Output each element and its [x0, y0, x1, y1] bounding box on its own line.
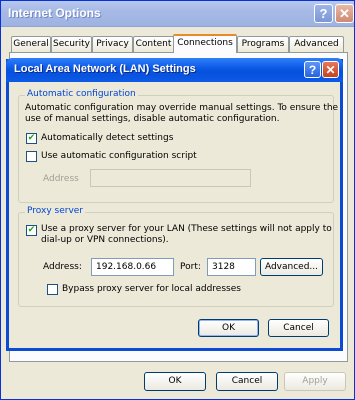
tab-connections[interactable]: Connections	[173, 34, 237, 53]
window-title: Internet Options	[8, 6, 101, 20]
checkmark-icon: ✔	[27, 133, 36, 143]
use-proxy-label-line1[interactable]: Use a proxy server for your LAN (These s…	[41, 224, 332, 235]
lan-cancel-button[interactable]: Cancel	[268, 319, 329, 337]
close-button[interactable]: ✕	[335, 4, 354, 23]
lan-close-button[interactable]: ✕	[322, 61, 339, 78]
dialog-title: Local Area Network (LAN) Settings	[14, 63, 196, 75]
use-proxy-label-line2[interactable]: dial-up or VPN connections).	[41, 235, 169, 246]
use-config-script-checkbox[interactable]	[26, 151, 37, 162]
ok-button[interactable]: OK	[144, 372, 206, 391]
lan-settings-titlebar[interactable]: Local Area Network (LAN) Settings ? ✕	[6, 58, 343, 82]
bypass-local-label[interactable]: Bypass proxy server for local addresses	[62, 284, 241, 295]
use-proxy-checkbox[interactable]: ✔	[26, 225, 37, 236]
lan-ok-button[interactable]: OK	[198, 319, 259, 337]
proxy-port-label: Port:	[180, 262, 201, 272]
automatic-configuration-legend: Automatic configuration	[25, 89, 138, 99]
cancel-button[interactable]: Cancel	[216, 372, 278, 391]
lan-settings-dialog: Local Area Network (LAN) Settings ? ✕ Au…	[6, 58, 343, 351]
advanced-button[interactable]: Advanced...	[260, 258, 323, 276]
proxy-server-legend: Proxy server	[25, 206, 86, 216]
tab-content[interactable]: Content	[133, 36, 174, 52]
bypass-local-checkbox[interactable]	[47, 284, 58, 295]
proxy-port-field[interactable]: 3128	[207, 258, 256, 276]
automatic-configuration-group: Automatic configuration Automatic config…	[18, 89, 338, 203]
use-config-script-label[interactable]: Use automatic configuration script	[41, 151, 197, 162]
proxy-address-label: Address:	[43, 262, 82, 272]
auto-config-description-line2: use of manual settings, disable automati…	[25, 114, 280, 124]
internet-options-titlebar[interactable]: Internet Options ? ✕	[1, 1, 354, 27]
tab-strip: General Security Privacy Content Connect…	[11, 34, 346, 53]
proxy-server-group: Proxy server ✔ Use a proxy server for yo…	[18, 206, 334, 307]
tab-general[interactable]: General	[11, 36, 51, 52]
tab-advanced[interactable]: Advanced	[289, 36, 344, 52]
tab-security[interactable]: Security	[51, 36, 92, 52]
proxy-address-field[interactable]: 192.168.0.66	[91, 258, 174, 276]
tab-programs[interactable]: Programs	[237, 36, 289, 52]
lan-help-button[interactable]: ?	[304, 61, 321, 78]
auto-detect-label[interactable]: Automatically detect settings	[41, 133, 173, 144]
checkmark-icon: ✔	[27, 225, 36, 235]
apply-button[interactable]: Apply	[284, 372, 346, 391]
tab-privacy[interactable]: Privacy	[92, 36, 133, 52]
script-address-label: Address	[43, 174, 79, 184]
auto-detect-checkbox[interactable]: ✔	[26, 133, 37, 144]
auto-config-description-line1: Automatic configuration may override man…	[25, 103, 339, 113]
help-button[interactable]: ?	[314, 4, 333, 23]
script-address-field[interactable]	[90, 169, 251, 187]
